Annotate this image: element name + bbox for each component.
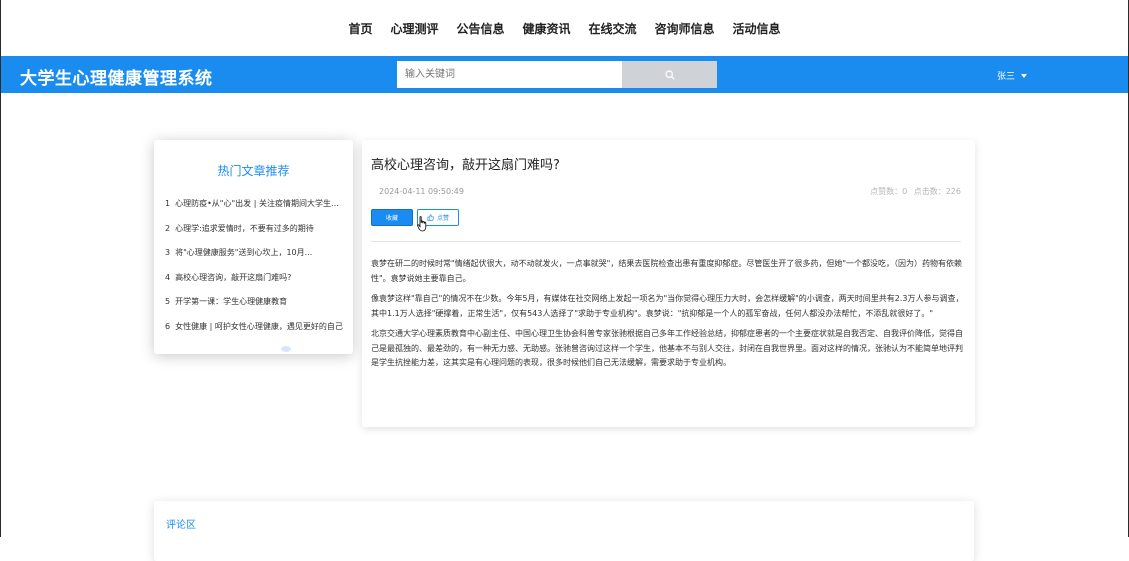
nav-assessment[interactable]: 心理测评 xyxy=(381,20,447,37)
comment-section: 评论区 xyxy=(154,501,974,561)
favorite-button[interactable]: 收藏 xyxy=(371,209,413,226)
like-button-label: 点赞 xyxy=(436,215,449,222)
article-paragraph: 像袁梦这样"靠自己"的情况不在少数。今年5月，有媒体在社交网络上发起一项名为"当… xyxy=(371,294,964,318)
search-input[interactable] xyxy=(397,61,623,88)
header-bar: 大学生心理健康管理系统 张三 xyxy=(1,56,1128,93)
search-icon xyxy=(664,69,675,80)
search-button[interactable] xyxy=(622,61,717,88)
hot-articles-title: 热门文章推荐 xyxy=(217,164,290,178)
hot-article-item[interactable]: 3 将"心理健康服务"送到心坎上，10月... xyxy=(165,247,345,272)
hot-article-item[interactable]: 6 女性健康 | 呵护女性心理健康，遇见更好的自己 xyxy=(165,321,345,346)
nav-counselors[interactable]: 咨询师信息 xyxy=(646,20,724,37)
nav-home[interactable]: 首页 xyxy=(339,20,381,37)
article-body: 袁梦在研二的时候时常"情绪起伏很大，动不动就发火，一点事就哭"，结果去医院检查出… xyxy=(371,257,969,377)
top-nav: 首页 心理测评 公告信息 健康资讯 在线交流 咨询师信息 活动信息 xyxy=(0,0,1129,56)
hot-article-item[interactable]: 1 心理防疫•从"心"出发 | 关注疫情期间大学生心理健康 xyxy=(165,198,345,223)
hot-article-item[interactable]: 4 高校心理咨询，敲开这扇门难吗? xyxy=(165,272,345,297)
nav-online-chat[interactable]: 在线交流 xyxy=(580,20,646,37)
article-card: 高校心理咨询，敲开这扇门难吗? 2024-04-11 09:50:49 点赞数：… xyxy=(362,140,975,427)
nav-health-news[interactable]: 健康资讯 xyxy=(513,20,579,37)
user-name: 张三 xyxy=(997,72,1016,82)
article-date: 2024-04-11 09:50:49 xyxy=(379,187,464,196)
article-paragraph: 北京交通大学心理素质教育中心副主任、中国心理卫生协会科普专家张驰根据自己多年工作… xyxy=(371,329,963,367)
hot-article-item[interactable]: 5 开学第一课：学生心理健康教育 xyxy=(165,296,345,321)
article-title: 高校心理咨询，敲开这扇门难吗? xyxy=(371,158,560,173)
nav-announcements[interactable]: 公告信息 xyxy=(447,20,513,37)
hot-articles-card: 热门文章推荐 1 心理防疫•从"心"出发 | 关注疫情期间大学生心理健康 2 心理学… xyxy=(154,140,353,354)
article-stats: 点赞数：0 点击数：226 xyxy=(866,186,961,197)
hot-article-item[interactable]: 2 心理学:追求爱情时，不要有过多的期待 xyxy=(165,223,345,248)
chevron-down-icon xyxy=(1021,73,1028,78)
article-divider xyxy=(371,241,961,242)
user-menu[interactable]: 张三 xyxy=(997,69,1028,82)
article-paragraph: 袁梦在研二的时候时常"情绪起伏很大，动不动就发火，一点事就哭"，结果去医院检查出… xyxy=(371,259,963,283)
nav-activities[interactable]: 活动信息 xyxy=(724,20,790,37)
scroll-indicator xyxy=(281,346,291,352)
comment-title: 评论区 xyxy=(166,520,196,531)
hot-articles-list: 1 心理防疫•从"心"出发 | 关注疫情期间大学生心理健康 2 心理学:追求爱情时，… xyxy=(165,198,345,345)
site-brand: 大学生心理健康管理系统 xyxy=(20,69,213,89)
click-count: 点击数：226 xyxy=(913,187,961,196)
mouse-pointer-icon xyxy=(417,216,427,232)
like-count: 点赞数：0 xyxy=(870,187,908,196)
